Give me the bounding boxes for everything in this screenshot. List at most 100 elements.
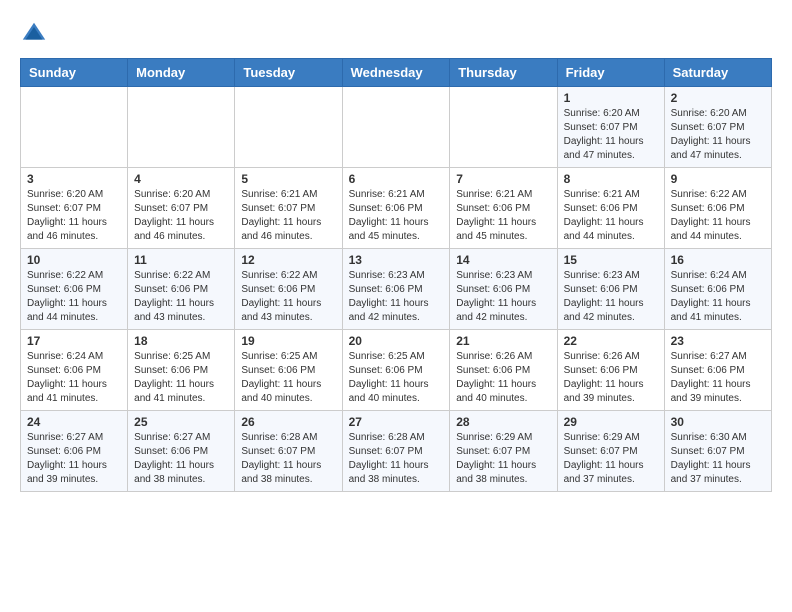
day-number: 24: [27, 415, 121, 429]
calendar-cell: 25 Sunrise: 6:27 AM Sunset: 6:06 PM Dayli…: [128, 411, 235, 492]
cell-content: Sunrise: 6:25 AM Sunset: 6:06 PM Dayligh…: [134, 350, 228, 406]
cell-content: Sunrise: 6:25 AM Sunset: 6:06 PM Dayligh…: [241, 350, 335, 406]
day-number: 21: [456, 334, 550, 348]
calendar-cell: 22 Sunrise: 6:26 AM Sunset: 6:06 PM Dayli…: [557, 330, 664, 411]
cell-content: Sunrise: 6:29 AM Sunset: 6:07 PM Dayligh…: [564, 431, 658, 487]
cell-content: Sunrise: 6:23 AM Sunset: 6:06 PM Dayligh…: [456, 269, 550, 325]
cell-content: Sunrise: 6:24 AM Sunset: 6:06 PM Dayligh…: [671, 269, 765, 325]
cell-content: Sunrise: 6:27 AM Sunset: 6:06 PM Dayligh…: [671, 350, 765, 406]
calendar-week-row: 24 Sunrise: 6:27 AM Sunset: 6:06 PM Dayli…: [21, 411, 772, 492]
day-number: 12: [241, 253, 335, 267]
calendar-cell: 6 Sunrise: 6:21 AM Sunset: 6:06 PM Daylig…: [342, 168, 450, 249]
calendar-cell: [235, 87, 342, 168]
logo: [20, 20, 52, 48]
weekday-header: Tuesday: [235, 59, 342, 87]
calendar-cell: 20 Sunrise: 6:25 AM Sunset: 6:06 PM Dayli…: [342, 330, 450, 411]
calendar-cell: 18 Sunrise: 6:25 AM Sunset: 6:06 PM Dayli…: [128, 330, 235, 411]
cell-content: Sunrise: 6:30 AM Sunset: 6:07 PM Dayligh…: [671, 431, 765, 487]
cell-content: Sunrise: 6:20 AM Sunset: 6:07 PM Dayligh…: [671, 107, 765, 163]
day-number: 6: [349, 172, 444, 186]
calendar-cell: 28 Sunrise: 6:29 AM Sunset: 6:07 PM Dayli…: [450, 411, 557, 492]
weekday-header: Wednesday: [342, 59, 450, 87]
cell-content: Sunrise: 6:21 AM Sunset: 6:06 PM Dayligh…: [564, 188, 658, 244]
calendar-cell: 16 Sunrise: 6:24 AM Sunset: 6:06 PM Dayli…: [664, 249, 771, 330]
day-number: 28: [456, 415, 550, 429]
calendar-cell: [128, 87, 235, 168]
day-number: 23: [671, 334, 765, 348]
calendar-cell: 3 Sunrise: 6:20 AM Sunset: 6:07 PM Daylig…: [21, 168, 128, 249]
cell-content: Sunrise: 6:22 AM Sunset: 6:06 PM Dayligh…: [27, 269, 121, 325]
cell-content: Sunrise: 6:26 AM Sunset: 6:06 PM Dayligh…: [564, 350, 658, 406]
weekday-header: Monday: [128, 59, 235, 87]
calendar-cell: 24 Sunrise: 6:27 AM Sunset: 6:06 PM Dayli…: [21, 411, 128, 492]
day-number: 22: [564, 334, 658, 348]
weekday-header: Friday: [557, 59, 664, 87]
day-number: 1: [564, 91, 658, 105]
day-number: 29: [564, 415, 658, 429]
calendar-cell: 26 Sunrise: 6:28 AM Sunset: 6:07 PM Dayli…: [235, 411, 342, 492]
cell-content: Sunrise: 6:27 AM Sunset: 6:06 PM Dayligh…: [27, 431, 121, 487]
calendar-cell: [450, 87, 557, 168]
calendar-table: SundayMondayTuesdayWednesdayThursdayFrid…: [20, 58, 772, 492]
cell-content: Sunrise: 6:20 AM Sunset: 6:07 PM Dayligh…: [134, 188, 228, 244]
weekday-header: Saturday: [664, 59, 771, 87]
cell-content: Sunrise: 6:29 AM Sunset: 6:07 PM Dayligh…: [456, 431, 550, 487]
calendar-header-row: SundayMondayTuesdayWednesdayThursdayFrid…: [21, 59, 772, 87]
calendar-cell: 23 Sunrise: 6:27 AM Sunset: 6:06 PM Dayli…: [664, 330, 771, 411]
calendar-cell: 27Sunrise: 6:28 AM Sunset: 6:07 PM Dayli…: [342, 411, 450, 492]
calendar-cell: 10 Sunrise: 6:22 AM Sunset: 6:06 PM Dayli…: [21, 249, 128, 330]
calendar-cell: 17Sunrise: 6:24 AM Sunset: 6:06 PM Dayli…: [21, 330, 128, 411]
cell-content: Sunrise: 6:23 AM Sunset: 6:06 PM Dayligh…: [564, 269, 658, 325]
calendar-cell: 4 Sunrise: 6:20 AM Sunset: 6:07 PM Daylig…: [128, 168, 235, 249]
weekday-header: Sunday: [21, 59, 128, 87]
day-number: 25: [134, 415, 228, 429]
cell-content: Sunrise: 6:22 AM Sunset: 6:06 PM Dayligh…: [671, 188, 765, 244]
cell-content: Sunrise: 6:22 AM Sunset: 6:06 PM Dayligh…: [134, 269, 228, 325]
day-number: 4: [134, 172, 228, 186]
cell-content: Sunrise: 6:20 AM Sunset: 6:07 PM Dayligh…: [564, 107, 658, 163]
cell-content: Sunrise: 6:25 AM Sunset: 6:06 PM Dayligh…: [349, 350, 444, 406]
calendar-cell: 15 Sunrise: 6:23 AM Sunset: 6:06 PM Dayli…: [557, 249, 664, 330]
cell-content: Sunrise: 6:20 AM Sunset: 6:07 PM Dayligh…: [27, 188, 121, 244]
day-number: 8: [564, 172, 658, 186]
calendar-cell: 12 Sunrise: 6:22 AM Sunset: 6:06 PM Dayli…: [235, 249, 342, 330]
day-number: 11: [134, 253, 228, 267]
day-number: 19: [241, 334, 335, 348]
day-number: 16: [671, 253, 765, 267]
day-number: 14: [456, 253, 550, 267]
day-number: 13: [349, 253, 444, 267]
calendar-cell: 14 Sunrise: 6:23 AM Sunset: 6:06 PM Dayli…: [450, 249, 557, 330]
calendar-cell: 5Sunrise: 6:21 AM Sunset: 6:07 PM Daylig…: [235, 168, 342, 249]
day-number: 2: [671, 91, 765, 105]
calendar-cell: 7Sunrise: 6:21 AM Sunset: 6:06 PM Daylig…: [450, 168, 557, 249]
calendar-cell: 8 Sunrise: 6:21 AM Sunset: 6:06 PM Daylig…: [557, 168, 664, 249]
day-number: 3: [27, 172, 121, 186]
logo-icon: [20, 20, 48, 48]
calendar-cell: 11 Sunrise: 6:22 AM Sunset: 6:06 PM Dayli…: [128, 249, 235, 330]
day-number: 20: [349, 334, 444, 348]
calendar-cell: 2 Sunrise: 6:20 AM Sunset: 6:07 PM Daylig…: [664, 87, 771, 168]
calendar-cell: 29 Sunrise: 6:29 AM Sunset: 6:07 PM Dayli…: [557, 411, 664, 492]
weekday-header: Thursday: [450, 59, 557, 87]
page-header: [20, 20, 772, 48]
day-number: 26: [241, 415, 335, 429]
day-number: 9: [671, 172, 765, 186]
cell-content: Sunrise: 6:24 AM Sunset: 6:06 PM Dayligh…: [27, 350, 121, 406]
calendar-cell: [21, 87, 128, 168]
day-number: 18: [134, 334, 228, 348]
calendar-cell: 21Sunrise: 6:26 AM Sunset: 6:06 PM Dayli…: [450, 330, 557, 411]
calendar-cell: 1 Sunrise: 6:20 AM Sunset: 6:07 PM Daylig…: [557, 87, 664, 168]
cell-content: Sunrise: 6:21 AM Sunset: 6:06 PM Dayligh…: [349, 188, 444, 244]
cell-content: Sunrise: 6:27 AM Sunset: 6:06 PM Dayligh…: [134, 431, 228, 487]
cell-content: Sunrise: 6:21 AM Sunset: 6:07 PM Dayligh…: [241, 188, 335, 244]
day-number: 10: [27, 253, 121, 267]
cell-content: Sunrise: 6:23 AM Sunset: 6:06 PM Dayligh…: [349, 269, 444, 325]
day-number: 30: [671, 415, 765, 429]
calendar-cell: 9 Sunrise: 6:22 AM Sunset: 6:06 PM Daylig…: [664, 168, 771, 249]
day-number: 15: [564, 253, 658, 267]
cell-content: Sunrise: 6:28 AM Sunset: 6:07 PM Dayligh…: [241, 431, 335, 487]
calendar-week-row: 17Sunrise: 6:24 AM Sunset: 6:06 PM Dayli…: [21, 330, 772, 411]
cell-content: Sunrise: 6:22 AM Sunset: 6:06 PM Dayligh…: [241, 269, 335, 325]
calendar-week-row: 10 Sunrise: 6:22 AM Sunset: 6:06 PM Dayli…: [21, 249, 772, 330]
calendar-cell: [342, 87, 450, 168]
